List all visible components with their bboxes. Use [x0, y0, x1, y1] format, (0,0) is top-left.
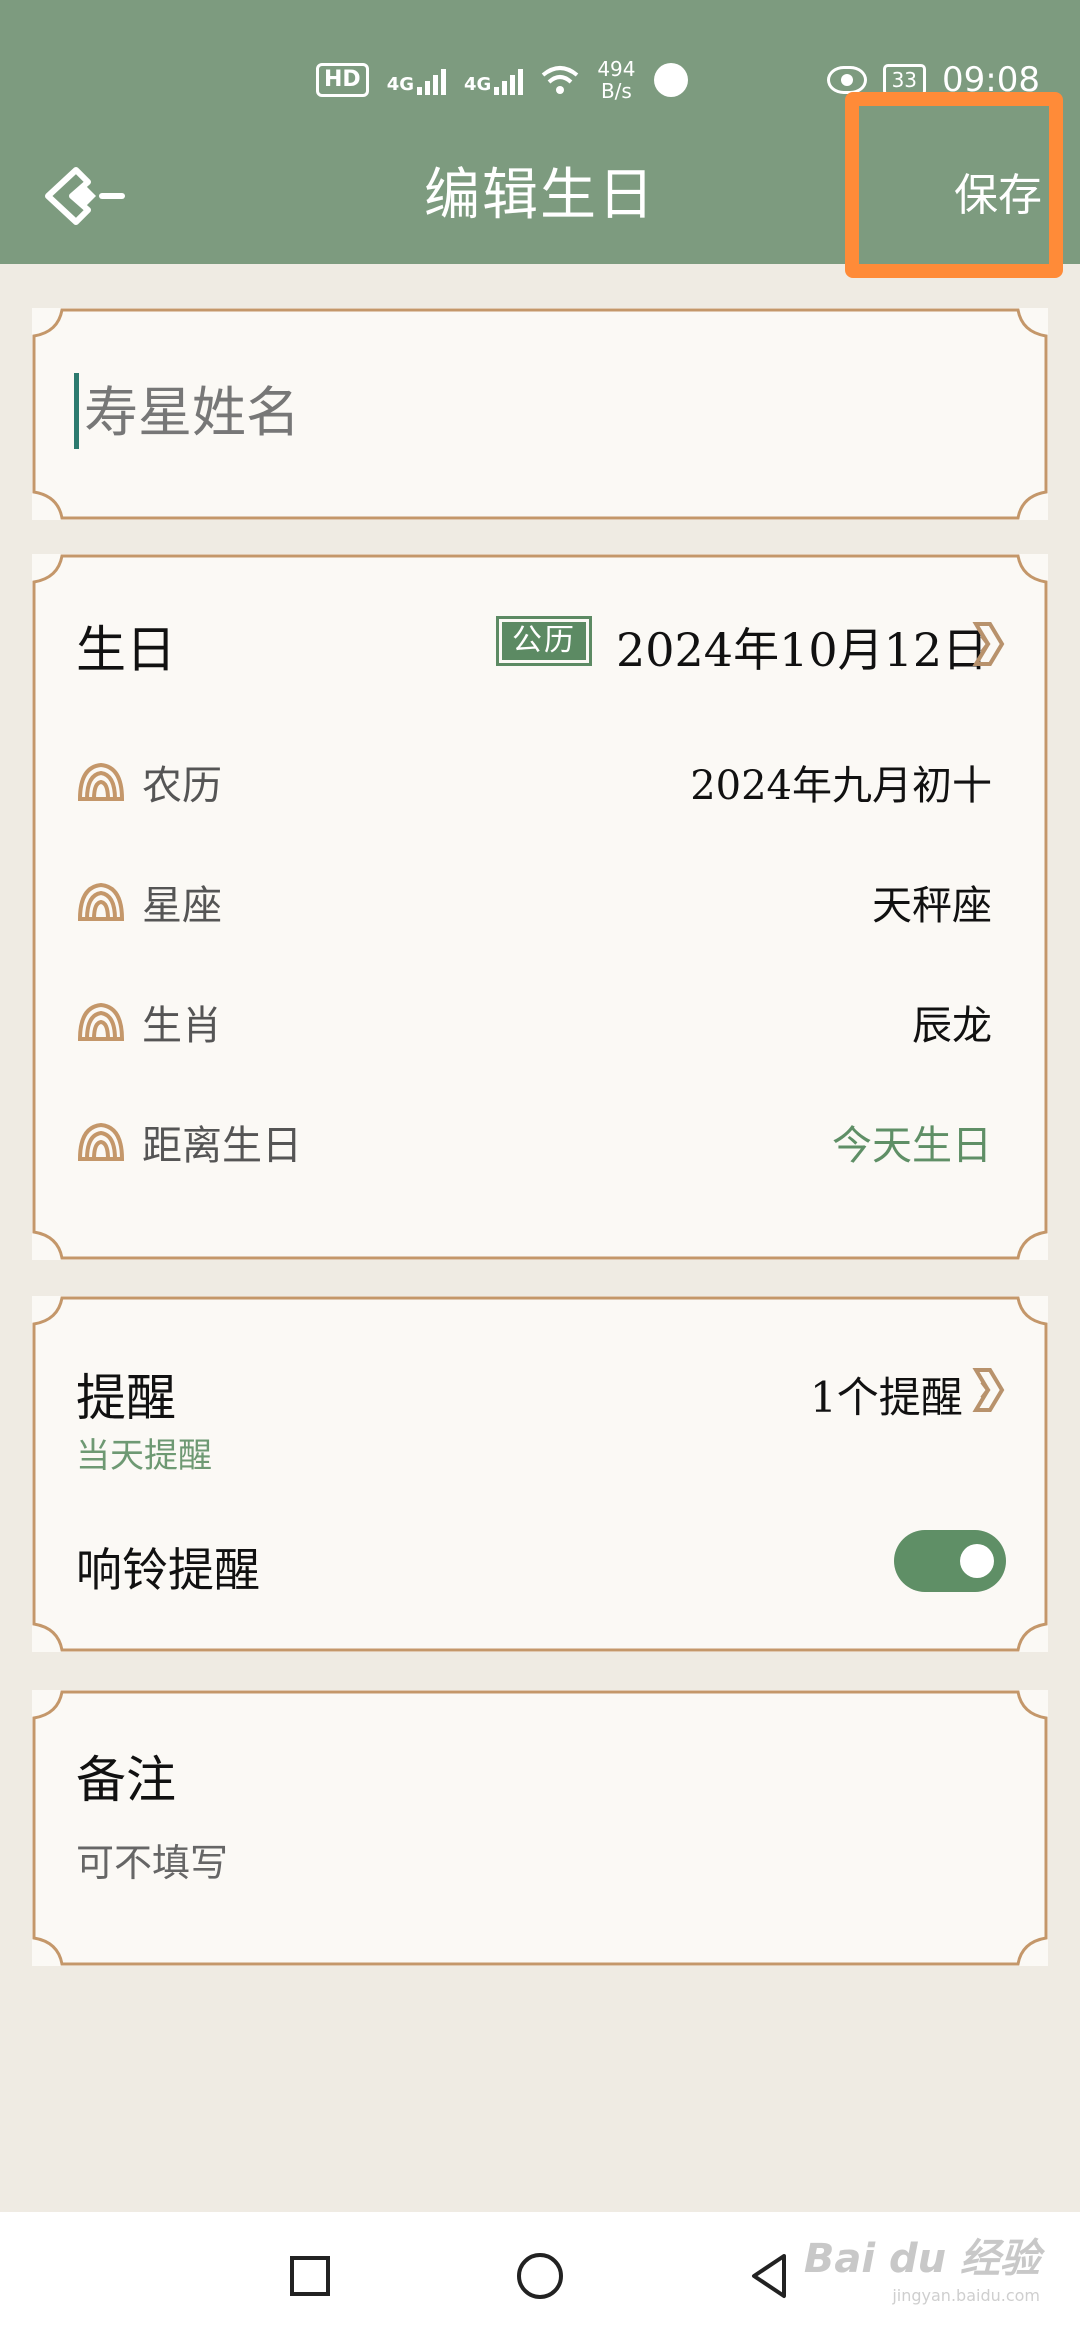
wifi-icon	[542, 66, 579, 94]
zodiac-label: 星座	[142, 883, 222, 929]
birthday-date[interactable]: 2024年10月12日	[616, 614, 988, 680]
birthday-card-body: 生日 公历 2024年10月12日 农历 2024年九月初十 星座 天秤座 生肖…	[32, 554, 1048, 1260]
lunar-value: 2024年九月初十	[690, 763, 992, 809]
chinese-zodiac-row: 生肖 辰龙	[76, 992, 992, 1052]
ring-reminder-toggle[interactable]	[894, 1530, 1006, 1592]
remark-card-body: 备注 可不填写	[32, 1690, 1048, 1966]
lunar-date-row: 农历 2024年九月初十	[76, 752, 992, 812]
speed-unit: B/s	[600, 79, 632, 103]
sim2-signal: 4G	[464, 65, 524, 95]
status-bar-center: HD 4G 4G 494 B/s	[316, 50, 688, 110]
annotation-highlight-box	[845, 92, 1063, 278]
home-icon[interactable]	[512, 2248, 568, 2304]
recents-icon[interactable]	[282, 2248, 338, 2304]
voice-assistant-icon	[653, 63, 688, 97]
chevron-right-icon[interactable]	[972, 1366, 1006, 1414]
remark-card: 备注 可不填写	[32, 1690, 1048, 1966]
baidu-watermark: Bai du 经验 jingyan.baidu.com	[804, 2226, 1040, 2305]
remark-title: 备注	[76, 1751, 176, 1809]
back-nav-icon[interactable]	[742, 2248, 798, 2304]
reminder-card-body: 提醒 当天提醒 1个提醒 响铃提醒	[32, 1296, 1048, 1652]
speed-value: 494	[597, 57, 636, 81]
days-until-value: 今天生日	[832, 1123, 992, 1169]
birthday-card: 生日 公历 2024年10月12日 农历 2024年九月初十 星座 天秤座 生肖…	[32, 554, 1048, 1260]
calendar-type-badge[interactable]: 公历	[496, 616, 592, 666]
reminder-title: 提醒	[76, 1369, 176, 1427]
sim1-network-type: 4G	[386, 74, 414, 95]
cloud-ornament-icon	[77, 1002, 125, 1041]
network-speed: 494 B/s	[597, 58, 635, 102]
days-until-birthday-row: 距离生日 今天生日	[76, 1112, 992, 1172]
calendar-type-label: 公历	[502, 622, 586, 660]
chinese-zodiac-label: 生肖	[142, 1003, 222, 1049]
zodiac-value: 天秤座	[872, 883, 992, 929]
reminder-count[interactable]: 1个提醒	[810, 1364, 963, 1425]
signal-bars-icon	[417, 65, 446, 95]
lunar-label: 农历	[142, 763, 222, 809]
birthday-title: 生日	[76, 621, 176, 679]
sim1-signal: 4G	[387, 65, 446, 95]
chevron-right-icon[interactable]	[972, 620, 1006, 668]
reminder-subtitle: 当天提醒	[76, 1436, 212, 1476]
name-card	[32, 308, 1048, 520]
cloud-ornament-icon	[77, 882, 125, 921]
ring-reminder-label: 响铃提醒	[76, 1543, 260, 1597]
watermark-url: jingyan.baidu.com	[892, 2286, 1040, 2305]
chinese-zodiac-value: 辰龙	[912, 1003, 992, 1049]
days-until-label: 距离生日	[142, 1123, 302, 1169]
watermark-brand: Bai du 经验	[803, 2236, 1040, 2282]
reminder-card: 提醒 当天提醒 1个提醒 响铃提醒	[32, 1296, 1048, 1652]
sim2-network-type: 4G	[464, 74, 492, 95]
cloud-ornament-icon	[77, 762, 125, 801]
eye-icon	[826, 66, 867, 94]
cloud-ornament-icon	[77, 1122, 125, 1161]
remark-input[interactable]: 可不填写	[76, 1832, 228, 1887]
name-input[interactable]	[74, 356, 966, 468]
signal-bars-icon	[494, 65, 524, 95]
zodiac-row: 星座 天秤座	[76, 872, 992, 932]
hd-indicator: HD	[316, 63, 369, 97]
